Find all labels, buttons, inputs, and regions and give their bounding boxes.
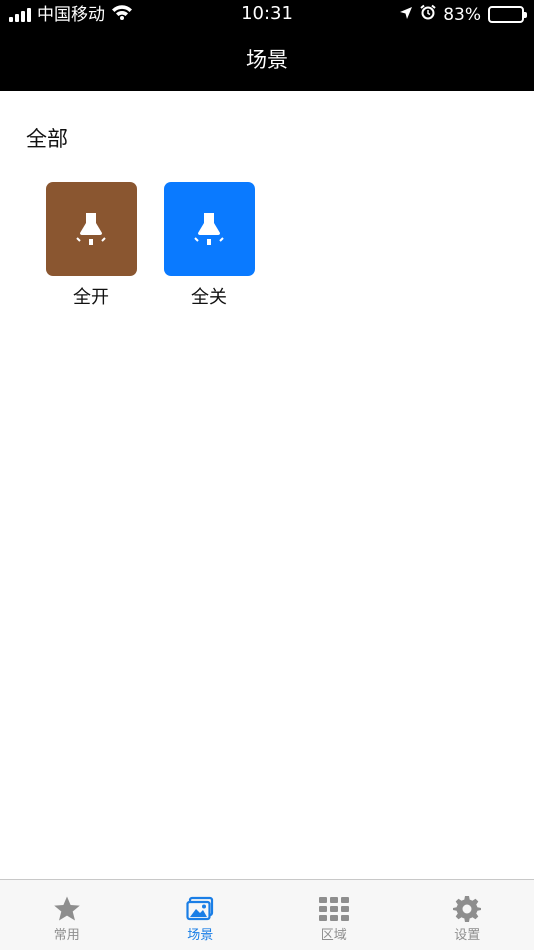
tab-scenes[interactable]: 场景 — [134, 880, 268, 950]
tab-bar: 常用 场景 区域 设置 — [0, 879, 534, 950]
star-icon — [52, 894, 82, 924]
battery-percent: 83% — [443, 4, 481, 25]
section-title: 全部 — [26, 127, 68, 151]
status-right: 83% — [399, 4, 527, 25]
tab-label: 设置 — [454, 928, 481, 943]
scene-all-off[interactable]: 全关 — [163, 182, 255, 310]
lamp-on-icon — [76, 213, 106, 245]
status-bar: 中国移动 10:31 83% — [0, 0, 534, 30]
top-bar: 中国移动 10:31 83% 场景 — [0, 0, 534, 91]
scene-tile[interactable] — [163, 182, 255, 276]
tab-label: 场景 — [187, 928, 214, 943]
grid-icon — [318, 894, 349, 924]
picture-icon — [185, 894, 215, 924]
tab-label: 常用 — [53, 928, 80, 943]
scene-label: 全开 — [73, 287, 109, 308]
scene-tile[interactable] — [45, 182, 137, 276]
lamp-off-icon — [194, 213, 224, 245]
tab-favorites[interactable]: 常用 — [0, 880, 134, 950]
tab-areas[interactable]: 区域 — [267, 880, 401, 950]
tab-settings[interactable]: 设置 — [401, 880, 534, 950]
tab-label: 区域 — [320, 928, 347, 943]
location-arrow-icon — [399, 5, 413, 25]
battery-icon — [488, 6, 527, 23]
scene-all-on[interactable]: 全开 — [45, 182, 137, 310]
alarm-icon — [420, 4, 436, 25]
gear-icon — [452, 894, 482, 924]
page-title: 场景 — [246, 48, 288, 72]
scene-label: 全关 — [191, 287, 227, 308]
